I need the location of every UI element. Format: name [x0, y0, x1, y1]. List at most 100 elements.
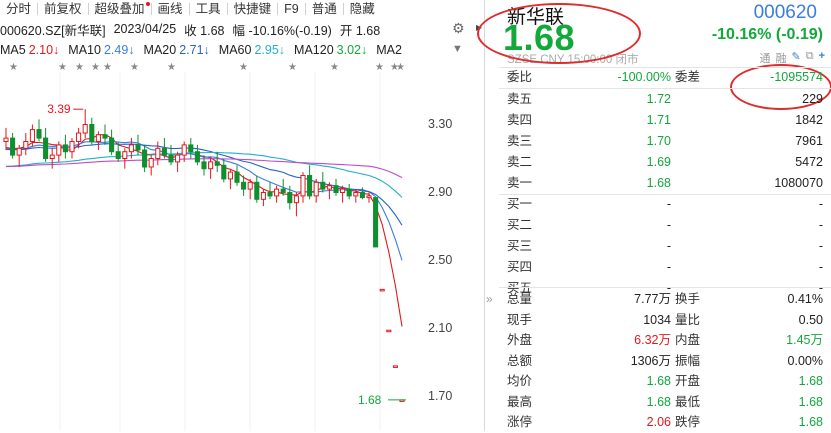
ma-legend-item[interactable]: MA2 — [376, 43, 405, 57]
stat-row: 现手 1034 量比 0.50 — [485, 310, 831, 331]
level-volume: - — [818, 218, 823, 232]
high-price-label: 3.39 — [47, 102, 71, 116]
edit-icon[interactable]: ✎ — [791, 50, 800, 66]
stat-label: 跌停 — [675, 415, 701, 429]
low-price-label: 1.68 — [358, 393, 382, 407]
stat-value: 6.32万 — [634, 333, 671, 347]
orderbook-row[interactable]: 卖一 1.68 1080070 — [485, 173, 831, 194]
price-tick-label: 2.50 — [428, 252, 453, 267]
candle-body — [254, 181, 260, 200]
candle-body — [148, 158, 154, 168]
candle-body — [300, 175, 306, 197]
candle-body — [115, 151, 121, 159]
candle-body — [69, 141, 75, 153]
candle-body — [320, 181, 326, 190]
chart-toolbar: 分时 前复权 超级叠加 画线 工具 快捷键 F9 普通 隐藏 — [0, 0, 480, 18]
orderbook-row[interactable]: 卖三 1.70 7961 — [485, 131, 831, 152]
level-price: - — [666, 239, 671, 253]
level-volume: - — [818, 260, 823, 274]
candle-body — [313, 181, 319, 197]
level-label: 买一 — [507, 197, 533, 211]
event-star-icon[interactable]: ★ — [91, 62, 100, 72]
event-star-icon[interactable]: ★ — [239, 62, 248, 72]
toolbar-item-intraday[interactable]: 分时 — [0, 0, 37, 18]
orderbook-row[interactable]: 卖四 1.71 1842 — [485, 110, 831, 131]
notification-dot-icon — [145, 2, 150, 6]
level-volume: 1842 — [795, 113, 823, 127]
orderbook-row[interactable]: 买一 - - — [485, 194, 831, 215]
orderbook-row[interactable]: 卖二 1.69 5472 — [485, 152, 831, 173]
event-star-icon[interactable]: ★ — [130, 62, 139, 72]
candle-body — [49, 154, 55, 159]
candle-body — [340, 188, 346, 193]
level-volume: - — [818, 197, 823, 211]
event-star-icon[interactable]: ★ — [103, 62, 112, 72]
orderbook-row[interactable]: 买二 - - — [485, 215, 831, 236]
candle-body — [161, 147, 167, 156]
orderbook-row[interactable]: 买四 - - — [485, 257, 831, 278]
toolbar-item-super-overlay[interactable]: 超级叠加 — [89, 0, 151, 18]
ma-label: MA60 — [218, 43, 252, 57]
price-tick-label: 2.10 — [428, 320, 453, 335]
candle-body — [353, 192, 359, 197]
stat-label: 总量 — [507, 292, 533, 306]
toolbar-item-shortcuts[interactable]: 快捷键 — [228, 0, 278, 18]
stat-value: 1306万 — [630, 353, 671, 368]
ma-legend-item[interactable]: MA10 2.49↓ — [68, 43, 134, 57]
copy-icon[interactable]: ⧉ — [806, 50, 814, 66]
ma-legend-item[interactable]: MA20 2.71↓ — [144, 43, 210, 57]
ma-label: MA5 — [0, 43, 26, 57]
orderbook-row[interactable]: 买三 - - — [485, 236, 831, 257]
ma-legend-item[interactable]: MA5 2.10↓ — [0, 43, 59, 57]
candle-body — [333, 185, 339, 193]
stat-label: 内盘 — [675, 333, 701, 347]
toolbar-item-normal[interactable]: 普通 — [306, 0, 343, 18]
candle-body — [142, 149, 148, 168]
event-star-icon[interactable]: ★ — [288, 62, 297, 72]
stat-label: 外盘 — [507, 333, 533, 347]
ma-dropdown-arrow-icon[interactable]: ▼ — [452, 43, 463, 55]
level-label: 买二 — [507, 218, 533, 232]
candle-body — [128, 144, 134, 153]
toolbar-item-tools[interactable]: 工具 — [190, 0, 227, 18]
ma-legend-item[interactable]: MA60 2.95↓ — [219, 43, 285, 57]
event-star-icon[interactable]: ★ — [75, 62, 84, 72]
toolbar-item-forward-adjust[interactable]: 前复权 — [38, 0, 88, 18]
stat-label: 换手 — [675, 292, 701, 306]
event-star-icon[interactable]: ★ — [375, 62, 384, 72]
candlestick-chart[interactable]: 3.39 1.68 — [0, 72, 460, 431]
orderbook-row[interactable]: 卖五 1.72 229 — [485, 89, 831, 110]
event-star-icon[interactable]: ★ — [58, 62, 67, 72]
candle-body — [175, 154, 181, 163]
candle-body — [201, 161, 207, 170]
candle-body — [29, 129, 35, 142]
stat-value: 1.68 — [798, 394, 823, 409]
candle-info-bar: 000620.SZ[新华联] 2023/04/25 收 1.68 幅 -10.1… — [0, 18, 482, 40]
level-volume: - — [818, 239, 823, 253]
event-star-icon[interactable]: ★ — [167, 62, 176, 72]
toolbar-item-draw-line[interactable]: 画线 — [152, 0, 189, 18]
event-star-icon[interactable]: ★ — [396, 62, 405, 72]
toolbar-item-hide[interactable]: 隐藏 — [344, 0, 381, 18]
info-change: 幅 -10.16%(-0.19) — [232, 23, 332, 38]
info-code: 000620.SZ[新华联] — [0, 23, 106, 38]
stat-value: 1.45万 — [786, 333, 823, 347]
candle-body — [293, 195, 299, 204]
level-price: 1.70 — [646, 134, 671, 148]
candle-body — [155, 147, 161, 160]
ma-label: MA120 — [294, 43, 334, 57]
ma-label: MA2 — [376, 43, 402, 57]
ma-value: 2.49↓ — [103, 43, 135, 57]
stat-label: 总额 — [507, 353, 533, 368]
ma-legend-item[interactable]: MA120 3.02↓ — [294, 43, 367, 57]
candle-body — [247, 181, 253, 190]
toolbar-item-f9[interactable]: F9 — [278, 0, 305, 18]
event-star-icon[interactable]: ★ — [9, 62, 18, 72]
candle-body — [214, 161, 220, 166]
info-open: 开 1.68 — [339, 23, 381, 38]
candle-body — [227, 171, 233, 180]
settings-gear-icon[interactable]: ⚙ — [452, 20, 468, 36]
price-change: -10.16% (-0.19) — [711, 26, 823, 43]
add-icon[interactable]: + — [819, 50, 825, 66]
event-star-icon[interactable]: ★ — [330, 62, 339, 72]
